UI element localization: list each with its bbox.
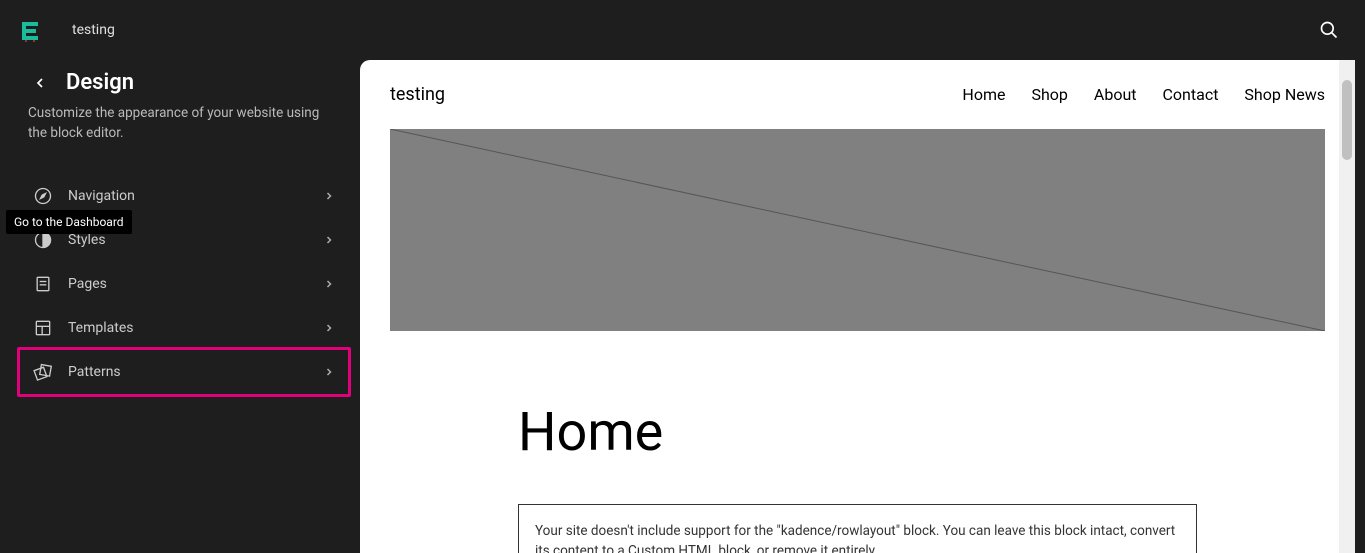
- sidebar-item-patterns[interactable]: Patterns: [17, 347, 351, 397]
- sidebar: Design Go to the Dashboard Customize the…: [0, 60, 360, 553]
- chevron-right-icon: [322, 277, 336, 291]
- design-title: Design: [66, 70, 134, 95]
- preview-scrollbar[interactable]: [1339, 60, 1355, 553]
- scrollbar-thumb[interactable]: [1342, 80, 1352, 160]
- sidebar-item-label: Patterns: [68, 364, 322, 380]
- sidebar-item-templates[interactable]: Templates: [20, 306, 348, 350]
- sidebar-item-pages[interactable]: Pages: [20, 262, 348, 306]
- nav-link-contact[interactable]: Contact: [1163, 85, 1219, 104]
- preview-page-title: Home: [518, 401, 1325, 464]
- topbar-site-title[interactable]: testing: [72, 22, 115, 38]
- nav-link-shop-news[interactable]: Shop News: [1244, 85, 1325, 104]
- layout-icon: [32, 317, 54, 339]
- preview-hero-image: [390, 129, 1325, 331]
- preview-nav: Home Shop About Contact Shop News: [962, 85, 1325, 104]
- search-button[interactable]: [1311, 12, 1347, 48]
- chevron-left-icon: [32, 75, 48, 91]
- nav-link-shop[interactable]: Shop: [1031, 85, 1067, 104]
- design-menu: Navigation Styles Pages: [0, 164, 360, 397]
- nav-link-about[interactable]: About: [1094, 85, 1137, 104]
- chevron-right-icon: [322, 233, 336, 247]
- search-icon: [1319, 20, 1339, 40]
- chevron-right-icon: [322, 189, 336, 203]
- sidebar-item-label: Navigation: [68, 188, 322, 204]
- topbar: testing: [0, 0, 1365, 60]
- site-logo[interactable]: [18, 18, 42, 42]
- design-header: Design: [0, 60, 360, 95]
- page-icon: [32, 273, 54, 295]
- preview-header: testing Home Shop About Contact Shop New…: [390, 60, 1325, 129]
- dashboard-tooltip: Go to the Dashboard: [6, 210, 132, 234]
- site-preview[interactable]: testing Home Shop About Contact Shop New…: [360, 60, 1355, 553]
- design-description: Customize the appearance of your website…: [0, 95, 360, 164]
- sidebar-item-label: Pages: [68, 276, 322, 292]
- chevron-right-icon: [322, 321, 336, 335]
- compass-icon: [32, 185, 54, 207]
- preview-site-title[interactable]: testing: [390, 84, 445, 105]
- sidebar-item-label: Templates: [68, 320, 322, 336]
- patterns-icon: [32, 361, 54, 383]
- block-warning: Your site doesn't include support for th…: [518, 504, 1197, 553]
- back-button[interactable]: [28, 71, 52, 95]
- nav-link-home[interactable]: Home: [962, 85, 1005, 104]
- chevron-right-icon: [322, 365, 336, 379]
